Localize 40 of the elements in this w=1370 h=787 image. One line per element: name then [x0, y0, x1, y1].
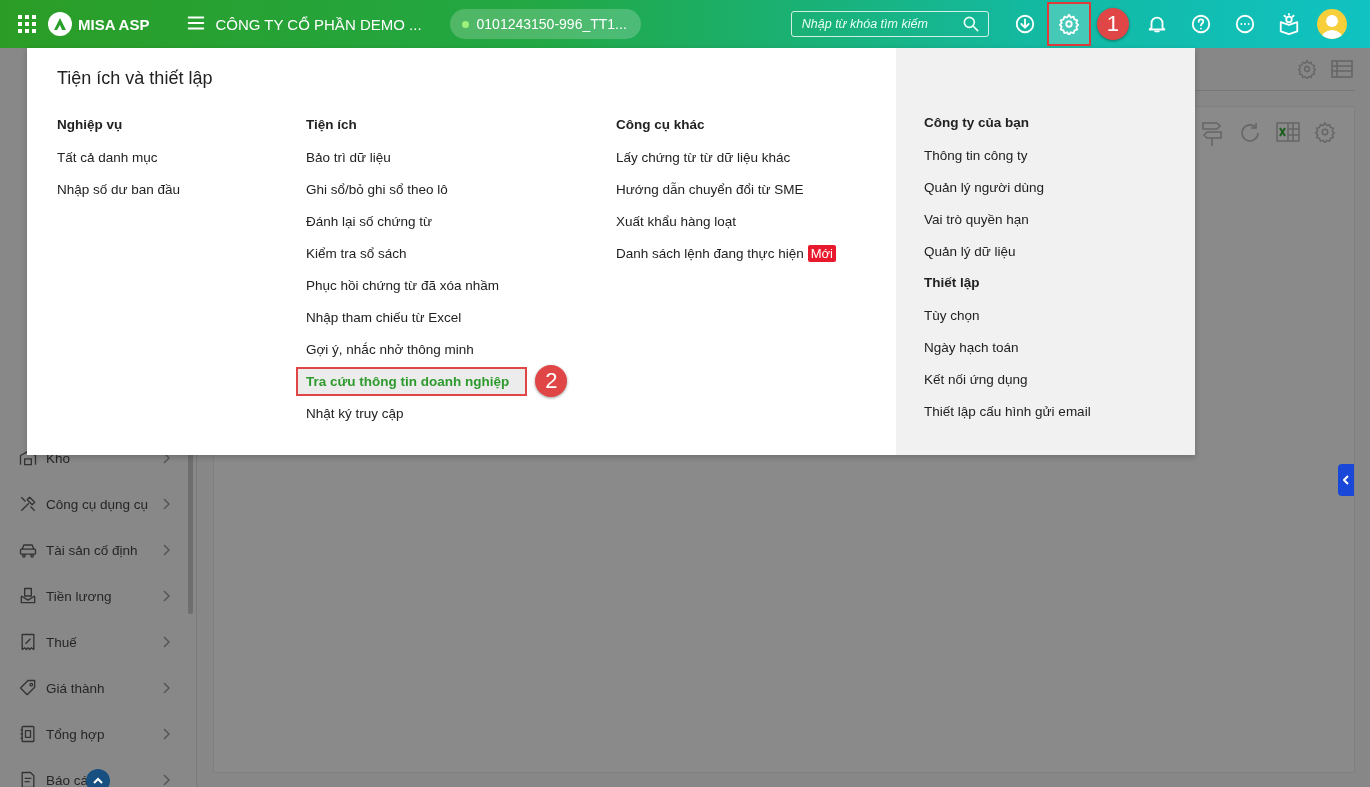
menu-item[interactable]: Hướng dẫn chuyển đổi từ SME — [616, 175, 804, 203]
app-name: MISA ASP — [78, 15, 150, 33]
menu-item[interactable]: Vai trò quyền hạn — [924, 205, 1029, 233]
menu-item[interactable]: Lấy chứng từ từ dữ liệu khác — [616, 143, 791, 171]
sidebar-item[interactable]: Thuế — [46, 634, 77, 650]
menu-item[interactable]: Gợi ý, nhắc nhở thông minh — [306, 335, 474, 363]
menu-item[interactable]: Bảo trì dữ liệu — [306, 143, 391, 171]
new-badge: Mới — [807, 244, 836, 262]
menu-item[interactable]: Nhập tham chiếu từ Excel — [306, 303, 462, 331]
dropdown-title: Tiện ích và thiết lập — [57, 68, 214, 89]
menu-item[interactable]: Quản lý dữ liệu — [924, 237, 1016, 265]
sidebar-item[interactable]: Tài sản cố định — [46, 542, 138, 558]
menu-item[interactable]: Tùy chọn — [924, 301, 980, 329]
menu-item[interactable]: Phục hồi chứng từ đã xóa nhầm — [306, 271, 499, 299]
menu-item[interactable]: Tất cả danh mục — [57, 143, 158, 171]
section-heading: Công ty của bạn — [924, 114, 1030, 132]
menu-item[interactable]: Nhật ký truy cập — [306, 399, 404, 427]
menu-item[interactable]: Kiểm tra sổ sách — [306, 239, 407, 267]
menu-item[interactable]: Thiết lập cấu hình gửi email — [924, 397, 1091, 425]
sidebar-item[interactable]: Công cụ dụng cụ — [46, 496, 149, 512]
menu-item[interactable]: Kết nối ứng dụng — [924, 365, 1028, 393]
section-heading: Nghiệp vụ — [57, 116, 124, 134]
section-heading: Tiện ích — [306, 116, 358, 134]
menu-item[interactable]: Danh sách lệnh đang thực hiện — [616, 239, 804, 267]
search-field[interactable]: Nhập từ khóa tìm kiếm — [790, 11, 989, 37]
menu-item[interactable]: Ghi sổ/bỏ ghi sổ theo lô — [306, 175, 448, 203]
step-number: 1 — [1096, 8, 1129, 40]
sidebar-item[interactable]: Tiền lương — [46, 588, 112, 604]
section-heading: Công cụ khác — [616, 116, 706, 134]
menu-item[interactable]: Ngày hạch toán — [924, 333, 1019, 361]
section-heading: Thiết lập — [924, 274, 981, 292]
sidebar-item[interactable]: Giá thành — [46, 680, 105, 696]
step-number: 2 — [535, 365, 568, 397]
menu-item[interactable]: Quản lý người dùng — [924, 173, 1044, 201]
menu-item[interactable]: Xuất khẩu hàng loạt — [616, 207, 737, 235]
sidebar-item[interactable]: Báo cá — [46, 772, 89, 787]
menu-item[interactable]: Đánh lại số chứng từ — [306, 207, 433, 235]
menu-item[interactable]: Nhập số dư ban đầu — [57, 175, 181, 203]
sidebar-item[interactable]: Tổng hợp — [46, 726, 105, 742]
menu-item[interactable]: Thông tin công ty — [924, 141, 1028, 169]
